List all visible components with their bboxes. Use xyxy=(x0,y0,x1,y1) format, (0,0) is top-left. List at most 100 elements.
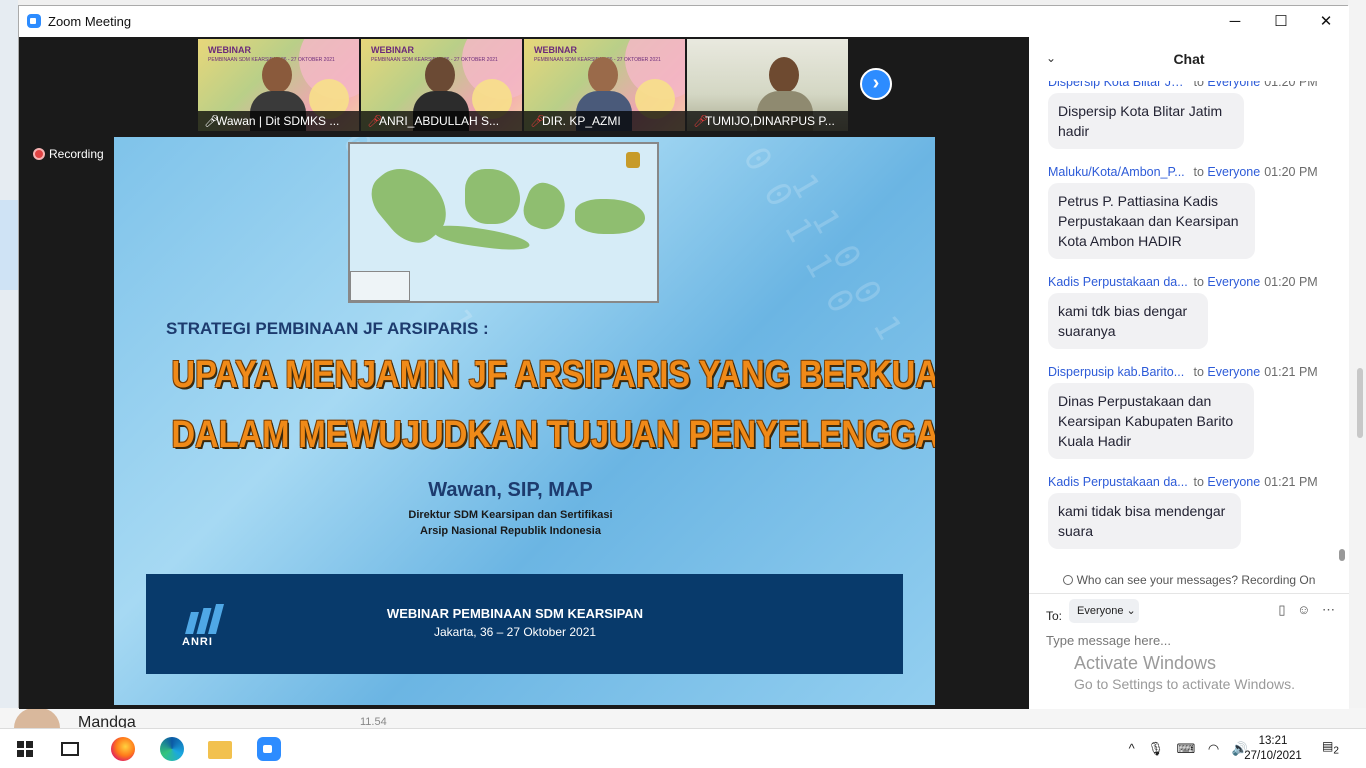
message-sender[interactable]: Maluku/Kota/Ambon_P... xyxy=(1048,165,1190,179)
recording-icon xyxy=(33,148,45,160)
recipient-dropdown[interactable]: Everyone ⌄ xyxy=(1069,599,1139,623)
message-sender[interactable]: Dispersip Kota Blitar Jat... xyxy=(1048,81,1190,89)
next-page-button[interactable]: › xyxy=(860,68,892,100)
file-explorer-icon[interactable] xyxy=(208,741,232,759)
chat-message: Disperpusip kab.Barito... to Everyone 01:… xyxy=(1048,365,1338,459)
participant-tile[interactable]: WEBINAR PEMBINAAN SDM KEARSIPAN 26 - 27 … xyxy=(198,39,359,131)
chat-panel: ⌄ Chat Dispersip Kota Blitar Jat... to E… xyxy=(1029,37,1349,709)
slide-author: Wawan, SIP, MAP xyxy=(428,479,593,501)
recording-label: Recording xyxy=(49,147,104,161)
activation-watermark: Activate Windows Go to Settings to activ… xyxy=(1074,653,1295,692)
notification-count: 2 xyxy=(1333,745,1339,757)
slide-title-line2: DALAM MEWUJUDKAN TUJUAN PENYELENGGARAAN … xyxy=(171,414,935,456)
background-selected-row xyxy=(0,200,18,290)
privacy-note[interactable]: Who can see your messages? Recording On xyxy=(1029,573,1349,587)
firefox-icon[interactable] xyxy=(111,737,135,761)
file-icon[interactable]: ▯ xyxy=(1278,602,1285,617)
background-app-right xyxy=(1348,0,1366,728)
privacy-note-text: Who can see your messages? Recording On xyxy=(1076,573,1316,587)
message-recipient: Everyone xyxy=(1207,165,1261,179)
message-sender[interactable]: Disperpusip kab.Barito... xyxy=(1048,365,1190,379)
participant-tile[interactable]: WEBINAR PEMBINAAN SDM KEARSIPAN 26 - 27 … xyxy=(361,39,522,131)
minimize-button[interactable]: ─ xyxy=(1212,6,1258,37)
message-recipient: Everyone xyxy=(1207,275,1261,289)
video-area: WEBINAR PEMBINAAN SDM KEARSIPAN 26 - 27 … xyxy=(19,37,1029,709)
message-bubble: Dinas Perpustakaan dan Kearsipan Kabupat… xyxy=(1048,383,1254,459)
windows-start-icon[interactable] xyxy=(15,737,39,761)
message-time: 01:20 PM xyxy=(1264,81,1318,89)
slide-title-line1: UPAYA MENJAMIN JF ARSIPARIS YANG BERKUAL… xyxy=(171,354,935,396)
message-recipient: Everyone xyxy=(1207,81,1261,89)
message-to: to xyxy=(1193,275,1204,289)
message-time: 01:21 PM xyxy=(1264,365,1318,379)
notification-center-icon[interactable]: ▤2 xyxy=(1322,739,1344,759)
message-time: 01:20 PM xyxy=(1264,165,1318,179)
participant-name: DIR. KP_AZMI xyxy=(542,114,621,128)
slide-subtitle: STRATEGI PEMBINAAN JF ARSIPARIS : xyxy=(166,319,489,338)
footer-date: Jakarta, 36 – 27 Oktober 2021 xyxy=(433,625,597,639)
chat-header: ⌄ Chat xyxy=(1029,37,1349,81)
participant-tile[interactable]: 🎤︎TUMIJO,DINARPUS P... xyxy=(687,39,848,131)
mic-on-icon: 🎤︎ xyxy=(204,114,220,128)
message-time: 01:21 PM xyxy=(1264,475,1318,489)
recording-indicator[interactable]: Recording xyxy=(33,147,104,161)
participant-nameplate: 🎤︎ANRI_ABDULLAH S... xyxy=(361,111,522,131)
participant-tile[interactable]: WEBINAR PEMBINAAN SDM KEARSIPAN 26 - 27 … xyxy=(524,39,685,131)
keyboard-icon[interactable]: ⌨ xyxy=(1176,741,1195,756)
chat-input[interactable]: Type message here... xyxy=(1046,633,1326,648)
contact-time: 11.54 xyxy=(360,716,387,728)
message-bubble: kami tdk bias dengar suaranya xyxy=(1048,293,1208,349)
chat-message: Kadis Perpustakaan da... to Everyone 01:2… xyxy=(1048,475,1338,549)
message-recipient: Everyone xyxy=(1207,365,1261,379)
activation-subtitle: Go to Settings to activate Windows. xyxy=(1074,676,1295,692)
webinar-badge: WEBINAR xyxy=(208,45,251,55)
system-clock[interactable]: 13:21 27/10/2021 xyxy=(1243,734,1303,764)
participant-nameplate: 🎤︎Wawan | Dit SDMKS ... xyxy=(198,111,359,131)
zoom-app-icon xyxy=(27,14,41,28)
participant-nameplate: 🎤︎TUMIJO,DINARPUS P... xyxy=(687,111,848,131)
slide-footer: ANRI WEBINAR PEMBINAAN SDM KEARSIPAN Jak… xyxy=(146,574,903,674)
webinar-badge: WEBINAR xyxy=(534,45,577,55)
chat-message: Kadis Perpustakaan da... to Everyone 01:2… xyxy=(1048,275,1338,349)
background-app-bottom xyxy=(0,708,1366,728)
to-label: To: xyxy=(1046,609,1063,623)
activation-title: Activate Windows xyxy=(1074,653,1217,673)
scroll-thumb[interactable] xyxy=(1339,549,1345,561)
chat-message: Dispersip Kota Blitar Jat... to Everyone… xyxy=(1048,81,1338,149)
task-view-icon[interactable] xyxy=(61,742,79,756)
background-scrollbar[interactable] xyxy=(1357,368,1363,438)
participant-nameplate: 🎤︎DIR. KP_AZMI xyxy=(524,111,685,131)
clock-time: 13:21 xyxy=(1258,735,1288,747)
zoom-taskbar-icon[interactable] xyxy=(257,737,281,761)
participant-name: ANRI_ABDULLAH S... xyxy=(379,114,500,128)
message-sender[interactable]: Kadis Perpustakaan da... xyxy=(1048,475,1190,489)
tray-chevron-icon[interactable]: ^ xyxy=(1129,741,1135,756)
wifi-icon[interactable]: ◠ xyxy=(1208,741,1219,756)
message-sender[interactable]: Kadis Perpustakaan da... xyxy=(1048,275,1190,289)
close-button[interactable]: ✕ xyxy=(1303,6,1349,37)
chat-scrollbar[interactable] xyxy=(1339,85,1345,565)
message-time: 01:20 PM xyxy=(1264,275,1318,289)
more-icon[interactable]: ⋯ xyxy=(1322,602,1335,617)
maximize-button[interactable]: ☐ xyxy=(1258,6,1304,37)
message-recipient: Everyone xyxy=(1207,475,1261,489)
system-tray: ^ 🎙 ⌨ ◠ 🔊 xyxy=(1120,741,1248,757)
edge-icon[interactable] xyxy=(160,737,184,761)
footer-title: WEBINAR PEMBINAAN SDM KEARSIPAN xyxy=(386,606,644,621)
message-to: to xyxy=(1193,475,1204,489)
message-bubble: kami tidak bisa mendengar suara xyxy=(1048,493,1241,549)
shared-screen-slide: 1 1 0 0 1 0 1 1 0 1 1 0 0 1 1 0 1 1 0 0 … xyxy=(114,137,935,705)
window-title: Zoom Meeting xyxy=(48,14,132,29)
people-icon xyxy=(1062,575,1073,585)
indonesia-map xyxy=(348,142,659,303)
microphone-icon[interactable]: 🎙 xyxy=(1147,741,1164,756)
mic-muted-icon: 🎤︎ xyxy=(530,114,546,128)
garuda-emblem-icon xyxy=(626,152,640,168)
title-bar: Zoom Meeting ─ ☐ ✕ xyxy=(19,6,1349,37)
map-inset xyxy=(350,271,410,301)
message-to: to xyxy=(1193,81,1204,89)
message-to: to xyxy=(1193,165,1204,179)
emoji-icon[interactable]: ☺ xyxy=(1297,602,1310,617)
message-bubble: Dispersip Kota Blitar Jatim hadir xyxy=(1048,93,1244,149)
participant-name: TUMIJO,DINARPUS P... xyxy=(705,114,835,128)
